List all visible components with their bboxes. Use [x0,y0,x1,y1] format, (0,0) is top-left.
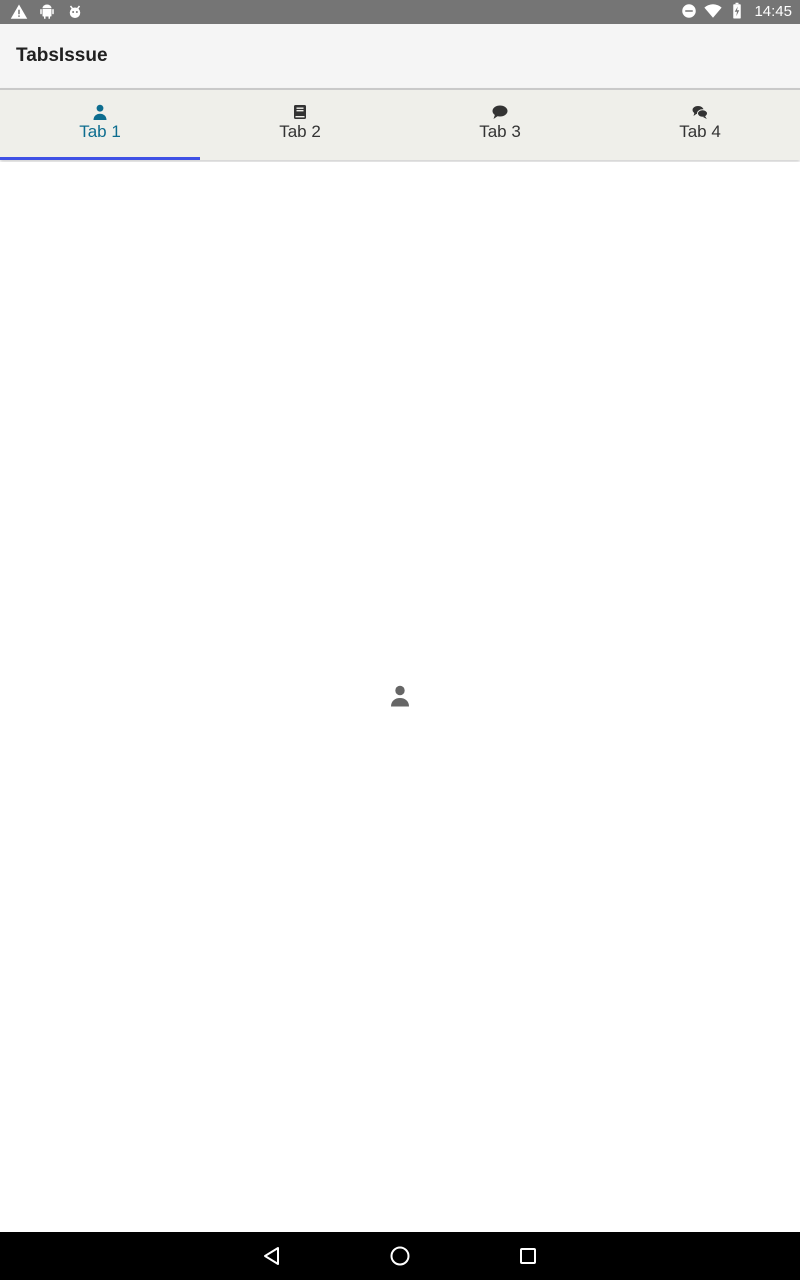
bug-icon [69,5,81,18]
tab-3[interactable]: Tab 3 [400,90,600,160]
tab-4[interactable]: Tab 4 [600,90,800,160]
chat-bubbles-icon [692,106,708,119]
book-icon [294,105,306,119]
app-title: TabsIssue [16,45,108,66]
status-time: 14:45 [754,2,792,20]
tab-label: Tab 3 [479,122,521,141]
status-system: 14:45 [680,2,792,20]
person-icon [93,104,107,120]
tab-content [0,162,800,1232]
back-icon[interactable] [260,1244,284,1268]
tab-2[interactable]: Tab 2 [200,90,400,160]
tab-bar: Tab 1 Tab 2 Tab 3 Tab 4 [0,88,800,160]
tab-1[interactable]: Tab 1 [0,90,200,160]
wifi-icon [704,4,723,18]
do-not-disturb-icon [682,4,697,18]
home-icon[interactable] [388,1244,412,1268]
status-notifications [10,3,84,21]
android-icon [40,4,54,19]
tab-selected-indicator [0,157,200,160]
recents-icon[interactable] [516,1244,540,1268]
warning-icon [10,4,28,19]
app-bar: TabsIssue [0,24,800,88]
battery-charging-icon [733,2,742,19]
person-icon [391,685,409,707]
tab-label: Tab 1 [79,122,121,141]
chat-bubble-icon [492,105,508,119]
status-bar: 14:45 [0,0,800,24]
navigation-bar [0,1232,800,1280]
tab-label: Tab 2 [279,122,321,141]
tab-label: Tab 4 [679,122,721,141]
